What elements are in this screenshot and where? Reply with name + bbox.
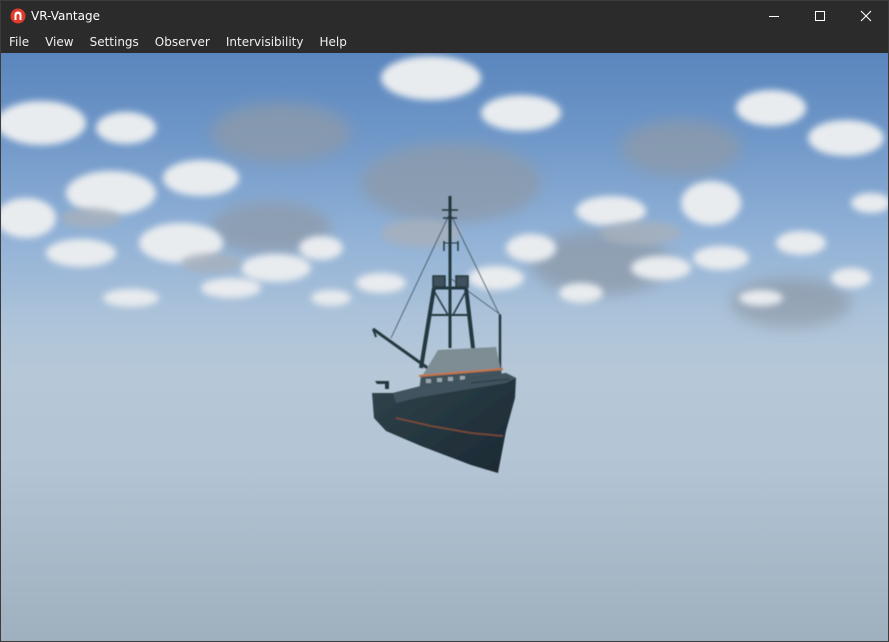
menu-view[interactable]: View xyxy=(37,31,81,53)
minimize-button[interactable] xyxy=(751,1,797,31)
close-button[interactable] xyxy=(843,1,889,31)
scene-render xyxy=(1,56,888,641)
maximize-icon xyxy=(815,11,825,21)
horizon-haze xyxy=(1,293,888,641)
menu-bar: File View Settings Observer Intervisibil… xyxy=(1,31,888,53)
maximize-button[interactable] xyxy=(797,1,843,31)
window-title: VR-Vantage xyxy=(31,9,100,23)
menu-intervisibility[interactable]: Intervisibility xyxy=(218,31,312,53)
3d-viewport[interactable] xyxy=(1,53,888,641)
app-window: VR-Vantage File View Settings Observer I… xyxy=(0,0,889,642)
menu-help[interactable]: Help xyxy=(311,31,354,53)
vr-vantage-logo-icon xyxy=(10,8,26,24)
menu-observer[interactable]: Observer xyxy=(147,31,218,53)
title-bar[interactable]: VR-Vantage xyxy=(1,1,888,31)
menu-file[interactable]: File xyxy=(1,31,37,53)
minimize-icon xyxy=(769,16,779,17)
close-icon xyxy=(860,10,872,22)
menu-settings[interactable]: Settings xyxy=(82,31,147,53)
